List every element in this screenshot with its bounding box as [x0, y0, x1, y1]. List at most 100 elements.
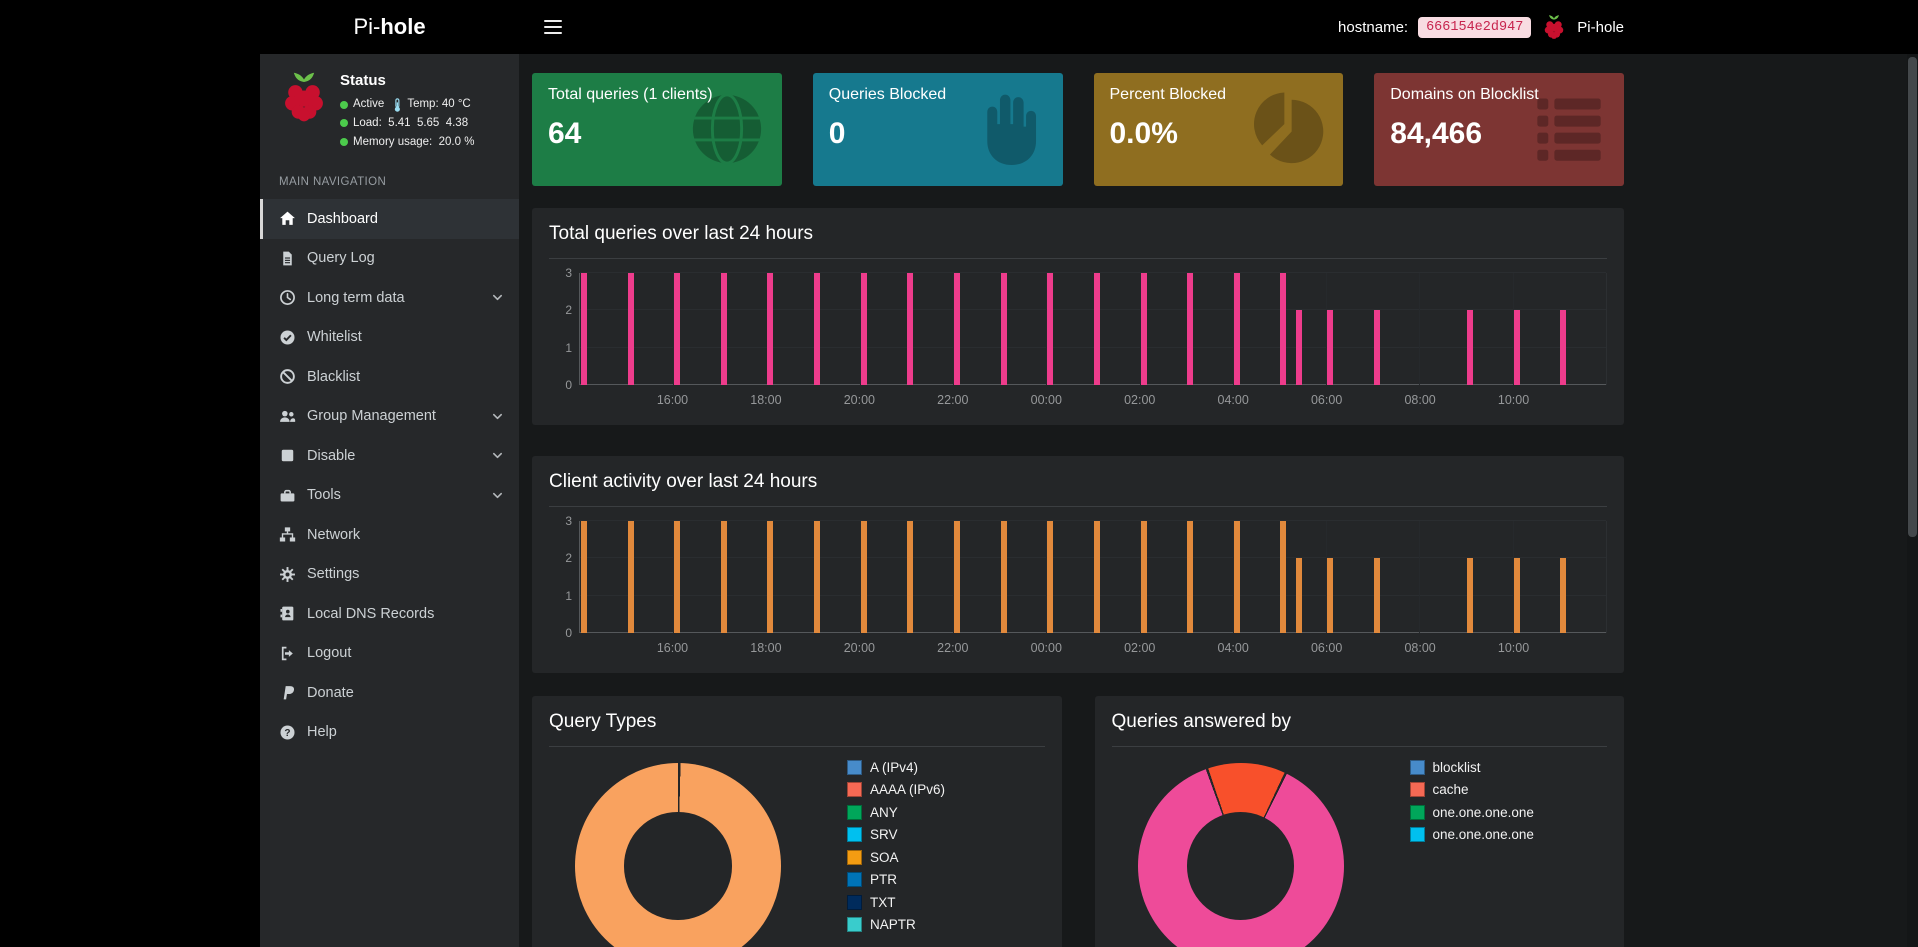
legend-item[interactable]: cache [1410, 779, 1534, 802]
card-value: 0.0% [1110, 117, 1328, 151]
sidebar-item-network[interactable]: Network [260, 515, 519, 555]
bar [1514, 310, 1520, 385]
scrollbar-thumb[interactable] [1908, 57, 1917, 537]
bar [767, 273, 773, 385]
legend-item[interactable]: NAPTR [847, 914, 945, 937]
legend-item[interactable]: PTR [847, 869, 945, 892]
topbar-right: hostname: 666154e2d947 Pi-hole [1338, 0, 1624, 54]
sidebar-item-label: Network [307, 527, 503, 543]
raspberry-logo-icon [1541, 14, 1567, 40]
sidebar-item-donate[interactable]: Donate [260, 673, 519, 713]
card-title: Percent Blocked [1110, 86, 1328, 104]
legend-item[interactable]: TXT [847, 891, 945, 914]
sidebar-item-settings[interactable]: Settings [260, 555, 519, 595]
y-axis-label: 2 [565, 552, 572, 564]
sidebar-item-blacklist[interactable]: Blacklist [260, 357, 519, 397]
legend-swatch [847, 827, 862, 842]
legend-item[interactable]: SOA [847, 846, 945, 869]
toolbox-icon [279, 487, 296, 504]
sidebar-item-local-dns-records[interactable]: Local DNS Records [260, 594, 519, 634]
bar [1374, 310, 1380, 385]
bar [814, 273, 820, 385]
bar [1047, 521, 1053, 633]
x-axis-label: 00:00 [1031, 641, 1062, 655]
queries-answered-donut[interactable] [1138, 763, 1344, 947]
bar [1467, 310, 1473, 385]
sidebar-item-dashboard[interactable]: Dashboard [260, 199, 519, 239]
status-active-label: Active [353, 95, 384, 114]
legend-label: NAPTR [870, 917, 916, 932]
total-queries-chart[interactable]: 0123 16:0018:0020:0022:0000:0002:0004:00… [549, 273, 1607, 411]
x-axis-label: 08:00 [1404, 641, 1435, 655]
sidebar-item-disable[interactable]: Disable [260, 436, 519, 476]
bar [861, 521, 867, 633]
y-axis-label: 1 [565, 590, 572, 602]
x-axis-label: 06:00 [1311, 641, 1342, 655]
sidebar-item-help[interactable]: ?Help [260, 713, 519, 753]
status-dot-icon [340, 101, 348, 109]
queries-answered-legend: blocklistcacheone.one.one.oneone.one.one… [1410, 756, 1534, 846]
sidebar-item-label: Blacklist [307, 369, 503, 385]
legend-label: AAAA (IPv6) [870, 782, 945, 797]
sidebar-item-whitelist[interactable]: Whitelist [260, 318, 519, 358]
bar [628, 521, 634, 633]
status-dot-icon [340, 138, 348, 146]
x-axis-label: 02:00 [1124, 393, 1155, 407]
bar [1234, 521, 1240, 633]
legend-item[interactable]: one.one.one.one [1410, 824, 1534, 847]
status-title: Status [340, 69, 474, 93]
legend-item[interactable]: one.one.one.one [1410, 801, 1534, 824]
sidebar-item-label: Long term data [307, 290, 481, 306]
card-title: Total queries (1 clients) [548, 86, 766, 104]
bar [1047, 273, 1053, 385]
y-axis-label: 3 [565, 515, 572, 527]
bar [1374, 558, 1380, 633]
left-background-strip [0, 0, 260, 947]
legend-swatch [847, 805, 862, 820]
sidebar-item-query-log[interactable]: Query Log [260, 239, 519, 279]
legend-item[interactable]: blocklist [1410, 756, 1534, 779]
x-axis-label: 20:00 [844, 641, 875, 655]
home-icon [279, 210, 296, 227]
status-load-value: Load: 5.41 5.65 4.38 [353, 114, 468, 133]
legend-item[interactable]: AAAA (IPv6) [847, 779, 945, 802]
product-name-link[interactable]: Pi-hole [1577, 19, 1624, 36]
status-row-load: Load: 5.41 5.65 4.38 [340, 114, 474, 133]
legend-item[interactable]: ANY [847, 801, 945, 824]
panel-title: Query Types [549, 709, 1045, 747]
bar [674, 521, 680, 633]
bar [1094, 521, 1100, 633]
bar [721, 273, 727, 385]
sidebar-item-label: Help [307, 724, 503, 740]
sidebar-item-long-term-data[interactable]: Long term data [260, 278, 519, 318]
query-types-panel: Query Types A (IPv4) AAAA (IPv6) ANYSRVSOA… [532, 696, 1062, 947]
x-axis-label: 22:00 [937, 641, 968, 655]
bar [581, 521, 587, 633]
legend-label: A (IPv4) [870, 760, 918, 775]
y-axis-label: 1 [565, 342, 572, 354]
stop-icon [279, 447, 296, 464]
sidebar-item-logout[interactable]: Logout [260, 634, 519, 674]
hamburger-icon [544, 20, 562, 34]
bar [1001, 273, 1007, 385]
bar [814, 521, 820, 633]
sidebar-item-tools[interactable]: Tools [260, 476, 519, 516]
legend-item[interactable]: A (IPv4) [847, 756, 945, 779]
legend-label: blocklist [1433, 760, 1481, 775]
sidebar-item-label: Whitelist [307, 329, 503, 345]
bar [954, 521, 960, 633]
sidebar-toggle-button[interactable] [530, 0, 576, 54]
check-circle-icon [279, 329, 296, 346]
sidebar-item-label: Logout [307, 645, 503, 661]
client-activity-chart[interactable]: 0123 16:0018:0020:0022:0000:0002:0004:00… [549, 521, 1607, 659]
summary-card-queries-blocked: Queries Blocked0 [813, 73, 1063, 186]
x-axis-label: 10:00 [1498, 393, 1529, 407]
status-panel: Status Active Temp: 40 °C Load: 5.41 5.6… [260, 54, 519, 163]
brand-link[interactable]: Pi-hole [260, 0, 519, 54]
query-types-donut[interactable] [575, 763, 781, 947]
chart-x-axis: 16:0018:0020:0022:0000:0002:0004:0006:00… [579, 385, 1607, 411]
legend-item[interactable]: SRV [847, 824, 945, 847]
sidebar-item-group-management[interactable]: Group Management [260, 397, 519, 437]
sidebar-item-label: Settings [307, 566, 503, 582]
hostname-value-badge: 666154e2d947 [1418, 17, 1531, 38]
